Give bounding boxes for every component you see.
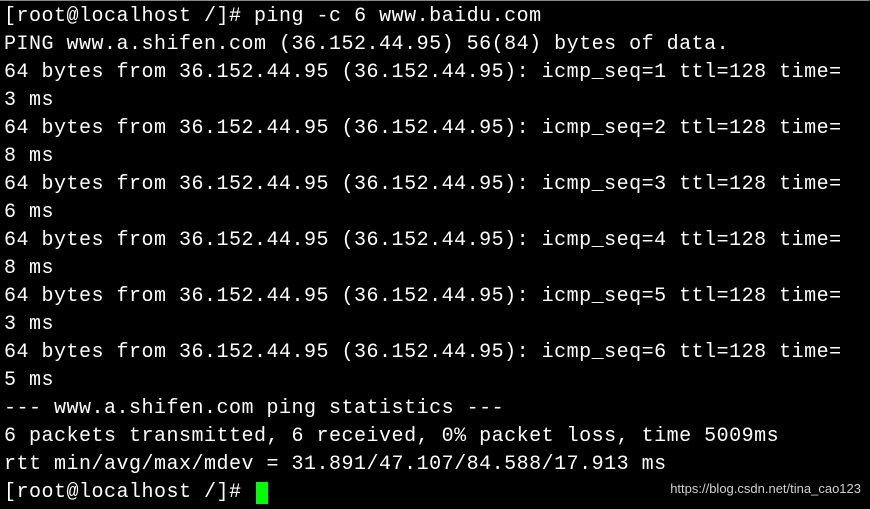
typed-command: ping -c 6 www.baidu.com (254, 5, 542, 28)
ping-reply: 64 bytes from 36.152.44.95 (36.152.44.95… (4, 283, 865, 311)
ping-reply: 64 bytes from 36.152.44.95 (36.152.44.95… (4, 339, 865, 367)
stats-summary: 6 packets transmitted, 6 received, 0% pa… (4, 423, 865, 451)
ping-reply: 64 bytes from 36.152.44.95 (36.152.44.95… (4, 115, 865, 143)
command-line: [root@localhost /]# ping -c 6 www.baidu.… (4, 3, 865, 31)
ping-reply-wrap: 8 ms (4, 255, 865, 283)
shell-prompt: [root@localhost /]# (4, 5, 254, 28)
watermark-text: https://blog.csdn.net/tina_cao123 (670, 481, 861, 496)
ping-reply: 64 bytes from 36.152.44.95 (36.152.44.95… (4, 59, 865, 87)
ping-reply-wrap: 5 ms (4, 367, 865, 395)
stats-header: --- www.a.shifen.com ping statistics --- (4, 395, 865, 423)
terminal-output[interactable]: [root@localhost /]# ping -c 6 www.baidu.… (0, 1, 869, 509)
shell-prompt: [root@localhost /]# (4, 481, 254, 504)
ping-reply-wrap: 3 ms (4, 87, 865, 115)
ping-reply: 64 bytes from 36.152.44.95 (36.152.44.95… (4, 227, 865, 255)
stats-rtt: rtt min/avg/max/mdev = 31.891/47.107/84.… (4, 451, 865, 479)
ping-reply-wrap: 6 ms (4, 199, 865, 227)
cursor-icon (256, 482, 268, 504)
ping-header: PING www.a.shifen.com (36.152.44.95) 56(… (4, 31, 865, 59)
ping-reply: 64 bytes from 36.152.44.95 (36.152.44.95… (4, 171, 865, 199)
ping-reply-wrap: 8 ms (4, 143, 865, 171)
ping-reply-wrap: 3 ms (4, 311, 865, 339)
